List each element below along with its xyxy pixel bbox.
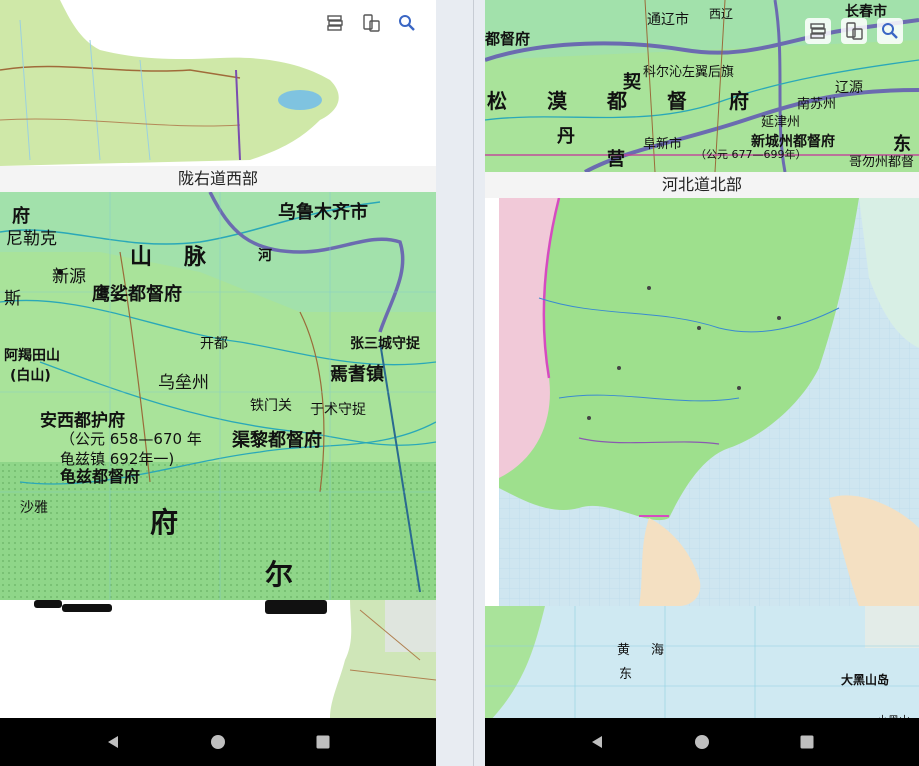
back-triangle-icon — [107, 736, 118, 748]
label-song: 松 — [487, 89, 507, 113]
label-urumqi: 乌鲁木齐市 — [278, 201, 368, 223]
label-dong2: 东 — [619, 667, 632, 682]
layers-button-right[interactable] — [805, 18, 831, 44]
label-yang: 阿羯田山 — [4, 347, 60, 364]
recents-button[interactable] — [311, 730, 335, 754]
home-button[interactable] — [206, 730, 230, 754]
label-dan: 丹 — [557, 126, 575, 147]
right-navbar — [485, 718, 919, 766]
label-nileke: 尼勒克 — [6, 229, 57, 249]
label-xinyuan: 新源 — [52, 267, 86, 287]
label-xiliao: 西辽 — [709, 7, 733, 21]
search-icon — [399, 15, 415, 31]
right-toolbar — [805, 18, 903, 44]
label-shayan: 沙雅 — [20, 500, 48, 516]
label-mai: 脉 — [183, 245, 207, 270]
label-liaoyuan: 辽源 — [835, 80, 863, 96]
label-gelizhou: 哥勿州都督 — [849, 155, 914, 170]
recents-button-right[interactable] — [795, 730, 819, 754]
toast-bar-left-2 — [62, 604, 112, 612]
rotate-device-button-right[interactable] — [841, 18, 867, 44]
label-yingsuo: 鹰娑都督府 — [92, 283, 182, 305]
back-button[interactable] — [101, 730, 125, 754]
label-guicifu: 龟兹都督府 — [60, 467, 140, 486]
label-keerqin: 科尔沁左翼后旗 — [643, 64, 734, 80]
toast-bar-right — [265, 600, 327, 614]
label-yumotrap: 于术守捉 — [310, 402, 366, 418]
label-fuxin: 阜新市 — [643, 136, 682, 152]
label-anxi: 安西都护府 — [40, 410, 125, 431]
left-navbar — [0, 718, 436, 766]
label-fu: 府 — [12, 205, 30, 227]
label-yanjin: 延津州 — [761, 115, 800, 130]
recents-square-icon — [800, 735, 814, 749]
main-map-right[interactable] — [499, 198, 919, 606]
search-icon — [882, 23, 898, 39]
label-dahei: 大黑山岛 — [841, 672, 889, 687]
home-circle-icon — [210, 735, 225, 749]
label-kaidu: 开都 — [200, 336, 228, 352]
rotate-device-button[interactable] — [358, 10, 384, 36]
home-circle-icon — [694, 735, 709, 749]
label-tiemenguan: 铁门关 — [250, 398, 292, 414]
label-yuanjian: （公元 677—699年） — [695, 147, 807, 161]
search-button[interactable] — [394, 10, 420, 36]
label-wuleizhou: 乌垒州 — [158, 373, 209, 393]
bottom-map-fragment-right[interactable]: 黄 东 海 大黑山岛 小黑山 — [485, 606, 919, 726]
rotate-device-icon — [363, 14, 380, 32]
label-mo: 漠 — [547, 89, 568, 113]
search-button-right[interactable] — [877, 18, 903, 44]
window-divider — [436, 0, 485, 766]
label-bigfu: 府 — [150, 506, 178, 539]
label-si: 斯 — [4, 289, 21, 309]
label-er: 尔 — [265, 558, 293, 591]
layers-icon — [327, 15, 343, 31]
label-shan: 山 — [130, 245, 152, 270]
left-toolbar — [322, 10, 420, 36]
left-screen: 陇右道西部 乌鲁木齐市 府 尼勒克 山 脉 河 新源 斯 鹰娑都督府 开都 张三… — [0, 0, 436, 766]
label-huanghai: 黄 — [617, 643, 630, 658]
label-dong: 东 — [893, 133, 911, 155]
label-bai: (白山) — [10, 367, 51, 384]
bottom-map-fragment[interactable] — [0, 600, 436, 718]
label-zhangsan: 张三城守捉 — [350, 335, 421, 352]
back-triangle-icon — [592, 736, 603, 748]
label-he: 河 — [258, 247, 272, 264]
label-nansu: 南苏州 — [797, 96, 836, 112]
label-qianquan: 渠黎都督府 — [232, 429, 322, 451]
label-qi: 契 — [622, 71, 642, 93]
layers-button[interactable] — [322, 10, 348, 36]
rotate-device-icon — [846, 22, 863, 40]
label-du2: 督 — [667, 89, 687, 113]
toast-bar-left — [34, 600, 62, 608]
layers-icon — [810, 23, 826, 39]
main-map[interactable]: 乌鲁木齐市 府 尼勒克 山 脉 河 新源 斯 鹰娑都督府 开都 张三城守捉 焉耆… — [0, 192, 436, 600]
label-hai: 海 — [651, 643, 664, 658]
label-tongliao: 通辽市 — [647, 11, 689, 28]
map-caption: 陇右道西部 — [0, 166, 436, 192]
label-guici: 龟兹镇 692年一) — [60, 450, 174, 468]
label-fu-right: 府 — [729, 89, 749, 113]
label-ying: 营 — [607, 148, 625, 170]
map-caption-right: 河北道北部 — [485, 172, 919, 198]
recents-square-icon — [316, 735, 330, 749]
label-gongyuan: （公元 658—670 年 — [60, 430, 202, 448]
label-hedian: 焉耆镇 — [330, 363, 384, 385]
right-screen: 长春市 通辽市 西辽 都督府 松 漠 都 督 府 契 科尔沁左翼后旗 辽源 南苏… — [485, 0, 919, 766]
back-button-right[interactable] — [585, 730, 609, 754]
home-button-right[interactable] — [690, 730, 714, 754]
label-dudufu: 都督府 — [485, 30, 530, 48]
